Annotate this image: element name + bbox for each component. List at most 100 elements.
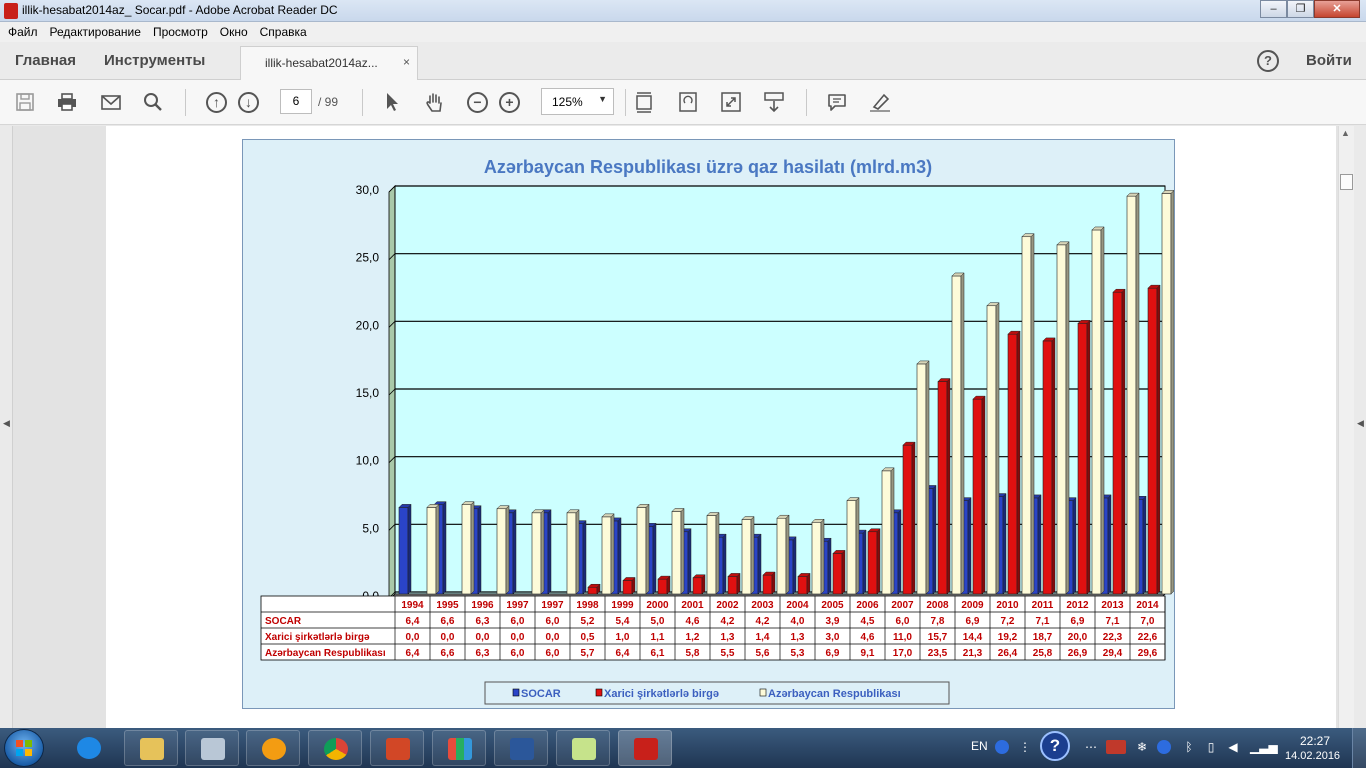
page-number-input[interactable]: 6 [280, 89, 312, 114]
bar [636, 507, 647, 595]
maximize-button[interactable]: ❐ [1287, 0, 1314, 18]
bar-side [792, 536, 797, 595]
taskbar-chrome[interactable] [308, 730, 362, 766]
volume-icon[interactable]: ◀ [1226, 740, 1240, 754]
bar [1091, 229, 1102, 595]
taskbar-word[interactable] [494, 730, 548, 766]
tray-overflow-icon[interactable]: ⋯ [1084, 740, 1098, 754]
chevron-right-icon[interactable]: ◀ [1357, 418, 1364, 429]
zoom-in-icon[interactable]: + [499, 92, 520, 113]
table-cell: 20,0 [1068, 632, 1088, 643]
fullscreen-icon[interactable] [720, 91, 742, 113]
taskbar-powerpoint[interactable] [370, 730, 424, 766]
tab-home[interactable]: Главная [15, 52, 76, 69]
next-page-icon[interactable]: ↓ [238, 92, 259, 113]
search-icon[interactable] [142, 91, 164, 113]
y-tick-label: 10,0 [356, 454, 380, 468]
clock-time[interactable]: 22:27 [1300, 734, 1330, 748]
bar-side [862, 529, 867, 595]
antivirus-icon[interactable] [1106, 740, 1126, 754]
table-cell: 22,3 [1103, 632, 1123, 643]
clock-date[interactable]: 14.02.2016 [1285, 750, 1340, 762]
zoom-select[interactable]: 125% ▼ [541, 88, 614, 115]
highlight-icon[interactable] [868, 91, 890, 113]
close-window-button[interactable]: ✕ [1314, 0, 1360, 18]
bar [692, 577, 703, 595]
start-button[interactable] [4, 729, 44, 767]
bar [881, 470, 892, 595]
scroll-thumb[interactable] [1340, 174, 1353, 190]
menu-edit[interactable]: Редактирование [48, 22, 147, 42]
taskbar-apps[interactable] [432, 730, 486, 766]
vertical-scrollbar[interactable]: ▲ [1338, 126, 1354, 728]
page-total: / 99 [318, 95, 339, 109]
menu-help[interactable]: Справка [258, 22, 313, 42]
table-cell: 4,5 [861, 616, 875, 627]
bluetooth-icon[interactable]: ᛒ [1182, 740, 1196, 754]
menu-file[interactable]: Файл [6, 22, 44, 42]
prev-page-icon[interactable]: ↑ [206, 92, 227, 113]
language-help-icon[interactable] [995, 740, 1009, 754]
email-icon[interactable] [100, 91, 122, 113]
comment-icon[interactable] [826, 91, 848, 113]
menu-window[interactable]: Окно [218, 22, 254, 42]
right-pane-toggle[interactable]: ◀ [1354, 126, 1366, 728]
menu-view[interactable]: Просмотр [151, 22, 214, 42]
left-pane-toggle[interactable]: ◀ [0, 126, 13, 728]
bar-side [820, 518, 825, 595]
network-signal-icon[interactable]: ▁▃▅ [1250, 740, 1278, 754]
bar-side [1121, 288, 1126, 595]
taskbar-ie[interactable] [62, 730, 116, 766]
x-tick-label: 1997 [541, 600, 564, 611]
taskbar-sticky-notes[interactable] [556, 730, 610, 766]
legend-label: SOCAR [521, 688, 561, 700]
device-icon[interactable]: ▯ [1204, 740, 1218, 754]
bar-side [1107, 494, 1112, 595]
help-tray-icon[interactable]: ? [1040, 731, 1070, 761]
zoom-out-icon[interactable]: − [467, 92, 488, 113]
minimize-button[interactable]: – [1260, 0, 1287, 18]
tab-tools[interactable]: Инструменты [104, 52, 205, 69]
table-cell: 5,2 [581, 616, 595, 627]
bar-side [827, 537, 832, 595]
x-tick-label: 2011 [1032, 600, 1054, 611]
bar [741, 519, 752, 595]
table-cell: 22,6 [1138, 632, 1158, 643]
show-desktop-button[interactable] [1352, 728, 1366, 768]
bar-side [407, 503, 412, 595]
scroll-up-icon[interactable]: ▲ [1341, 128, 1350, 138]
bar [622, 580, 633, 595]
bar-side [960, 272, 965, 595]
bar [587, 586, 598, 595]
fit-page-icon[interactable] [633, 91, 655, 113]
table-cell: 4,2 [756, 616, 770, 627]
taskbar-explorer[interactable] [124, 730, 178, 766]
table-cell: 5,8 [686, 648, 700, 659]
tab-bar: Главная Инструменты illik-hesabat2014az.… [0, 42, 1366, 81]
title-bar: illik-hesabat2014az_ Socar.pdf - Adobe A… [0, 0, 1366, 22]
table-cell: 0,0 [546, 632, 560, 643]
close-tab-icon[interactable]: × [403, 55, 410, 69]
taskbar-acrobat[interactable] [618, 730, 672, 766]
bar [867, 531, 878, 595]
tab-document[interactable]: illik-hesabat2014az... × [240, 46, 418, 81]
chevron-down-icon[interactable]: ▼ [598, 94, 607, 104]
select-icon[interactable] [381, 91, 403, 113]
language-indicator[interactable]: EN [971, 739, 988, 753]
help-icon[interactable]: ? [1257, 50, 1279, 72]
signin-button[interactable]: Войти [1306, 52, 1352, 69]
rotate-icon[interactable] [677, 91, 699, 113]
hand-icon[interactable] [423, 91, 445, 113]
bar [1112, 291, 1123, 595]
snowflake-icon[interactable]: ❄ [1135, 740, 1149, 754]
save-icon[interactable] [14, 91, 36, 113]
taskbar-media-player[interactable] [246, 730, 300, 766]
chevron-left-icon[interactable]: ◀ [3, 418, 10, 429]
info-icon[interactable] [1157, 740, 1171, 754]
print-icon[interactable] [56, 91, 78, 113]
tray-options-icon[interactable]: ⋮ [1018, 740, 1032, 754]
taskbar-calculator[interactable] [185, 730, 239, 766]
legend-label: Xarici şirkətlərlə birgə [604, 688, 719, 700]
scroll-mode-icon[interactable] [763, 91, 785, 113]
bar-side [1156, 284, 1161, 595]
